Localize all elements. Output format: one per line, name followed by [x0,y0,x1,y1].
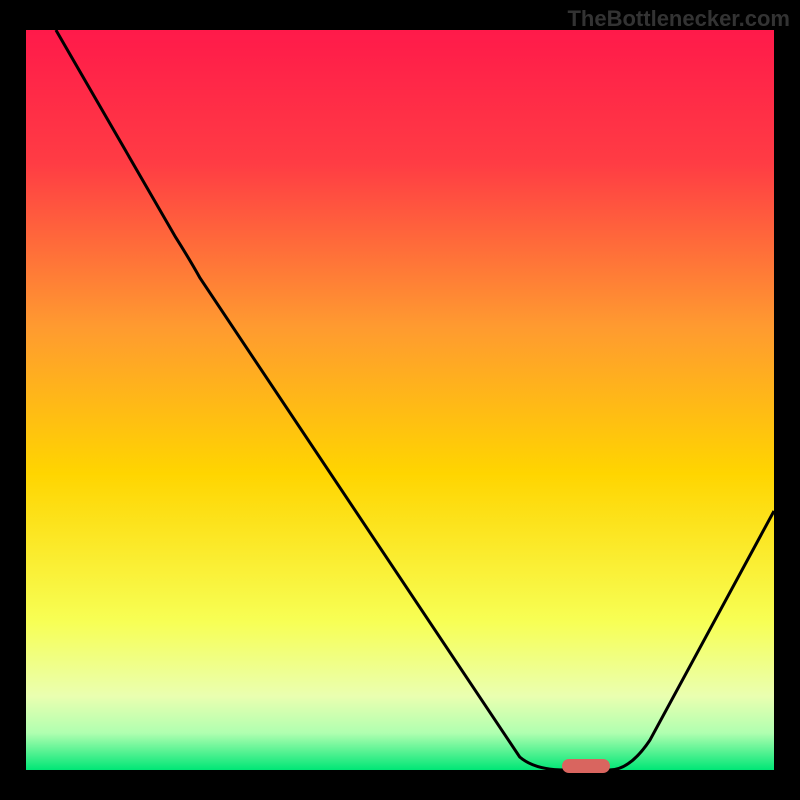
bottleneck-chart [0,0,800,800]
optimal-marker [562,759,610,773]
watermark: TheBottlenecker.com [567,6,790,32]
plot-background [26,30,774,770]
chart-container [0,0,800,800]
